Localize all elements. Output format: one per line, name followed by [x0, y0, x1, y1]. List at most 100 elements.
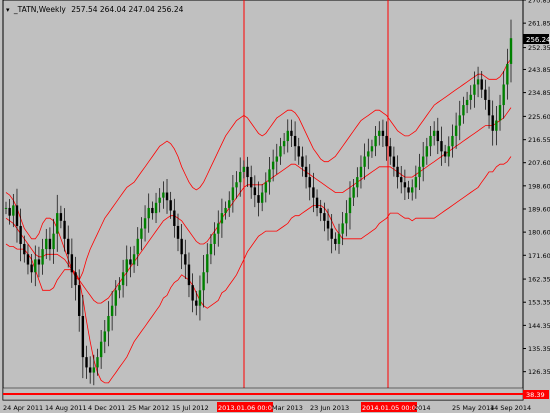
indicator-value: 38.39 — [526, 391, 545, 399]
candle-body — [45, 238, 48, 250]
candle-body — [498, 105, 502, 121]
candle-body — [506, 63, 509, 85]
candle-body — [77, 285, 81, 316]
y-tick-label: 189.60 — [528, 205, 550, 213]
candle-body — [191, 285, 194, 301]
candle-body — [392, 156, 396, 167]
y-tick-label: 234.85 — [528, 89, 550, 97]
candle-body — [378, 130, 381, 136]
y-tick-label: 171.60 — [528, 252, 550, 260]
candle-body — [70, 254, 74, 273]
candle-body — [107, 315, 110, 332]
candle-body — [176, 225, 180, 239]
candle-body — [132, 254, 136, 265]
candle-body — [484, 89, 487, 100]
candle-body — [235, 182, 238, 188]
candle-body — [52, 233, 55, 250]
candle-body — [341, 223, 344, 234]
candle-body — [389, 146, 392, 157]
candle-body — [37, 259, 41, 265]
y-tick-label: 180.60 — [528, 229, 550, 237]
candle-body — [367, 151, 370, 157]
candle-body — [151, 207, 154, 214]
candle-body — [136, 238, 139, 255]
y-tick-label: 252.35 — [528, 44, 550, 52]
candle-body — [158, 197, 161, 203]
y-tick-label: 126.35 — [528, 368, 550, 376]
candle-body — [125, 259, 128, 273]
y-tick-label: 225.60 — [528, 113, 550, 121]
candle-body — [275, 156, 278, 162]
candle-body — [19, 225, 22, 244]
candle-body — [154, 202, 158, 214]
candle-body — [59, 213, 63, 221]
candle-body — [260, 192, 264, 203]
candle-body — [407, 187, 410, 193]
candle-body — [213, 233, 216, 244]
x-tick-label: Mar 2013 — [272, 404, 303, 412]
candle-body — [268, 169, 271, 183]
candle-body — [363, 156, 366, 167]
candle-body — [217, 223, 220, 234]
candle-body — [206, 254, 209, 273]
upper-band-line — [5, 58, 512, 281]
candle-body — [293, 135, 297, 147]
candle-body — [447, 146, 450, 157]
candle-body — [286, 130, 289, 142]
candle-body — [458, 115, 461, 126]
candle-body — [257, 195, 260, 203]
candle-body — [228, 200, 231, 208]
candle-body — [114, 290, 117, 306]
candle-body — [169, 200, 172, 211]
x-tick-label: 23 Jun 2013 — [310, 404, 349, 412]
candle-body — [425, 146, 429, 157]
y-tick-label: 153.35 — [528, 299, 550, 307]
y-tick-label: 198.60 — [528, 182, 550, 190]
candle-body — [67, 238, 70, 255]
candle-body — [400, 177, 403, 183]
candle-body — [308, 177, 311, 188]
candle-body — [4, 207, 8, 209]
candle-body — [356, 177, 359, 188]
x-tick-label: 15 Jul 2012 — [172, 404, 209, 412]
y-tick-label: 216.55 — [528, 136, 550, 144]
y-axis-ticks: 270.85 261.85 252.35 243.85 234.85 225.60 216.… — [523, 0, 550, 376]
y-tick-label: 243.85 — [528, 66, 550, 74]
candle-body — [242, 166, 246, 172]
price-chart[interactable]: 270.85 261.85 252.35 243.85 234.85 225.60 216.… — [0, 0, 550, 413]
chart-header: ▾ _TATN,Weekly 257.54 264.04 247.04 256.… — [6, 5, 184, 14]
candle-body — [323, 213, 326, 221]
candle-body — [359, 166, 363, 178]
candle-body — [487, 99, 491, 116]
chart-window[interactable]: 270.85 261.85 252.35 243.85 234.85 225.60 216.… — [0, 0, 550, 413]
candle-body — [440, 141, 443, 152]
candle-body — [334, 238, 337, 244]
candle-body — [239, 171, 242, 183]
candle-body — [63, 220, 66, 239]
candle-body — [495, 120, 498, 131]
x-tick-label: 4 Dec 2011 — [88, 404, 125, 412]
candle-body — [429, 135, 432, 147]
candle-body — [26, 254, 30, 265]
candle-body — [469, 94, 472, 100]
highlighted-x-label: 2014.01.05 00:00 — [362, 404, 420, 412]
x-tick-label: 25 Mar 2012 — [128, 404, 169, 412]
candle-body — [143, 218, 147, 229]
candle-body — [264, 182, 268, 193]
candles — [4, 19, 513, 386]
candle-body — [34, 259, 37, 273]
candle-body — [443, 151, 447, 157]
candle-body — [147, 207, 150, 219]
candle-body — [92, 367, 96, 373]
candle-body — [410, 187, 414, 193]
candle-body — [454, 125, 458, 136]
candle-body — [81, 315, 85, 358]
candle-body — [56, 213, 59, 234]
candle-body — [74, 272, 77, 286]
last-price-value: 256.24 — [526, 36, 550, 44]
candle-body — [198, 290, 202, 306]
candle-body — [462, 105, 465, 116]
candle-body — [99, 341, 103, 358]
candle-body — [140, 228, 143, 239]
candle-body — [414, 177, 418, 188]
